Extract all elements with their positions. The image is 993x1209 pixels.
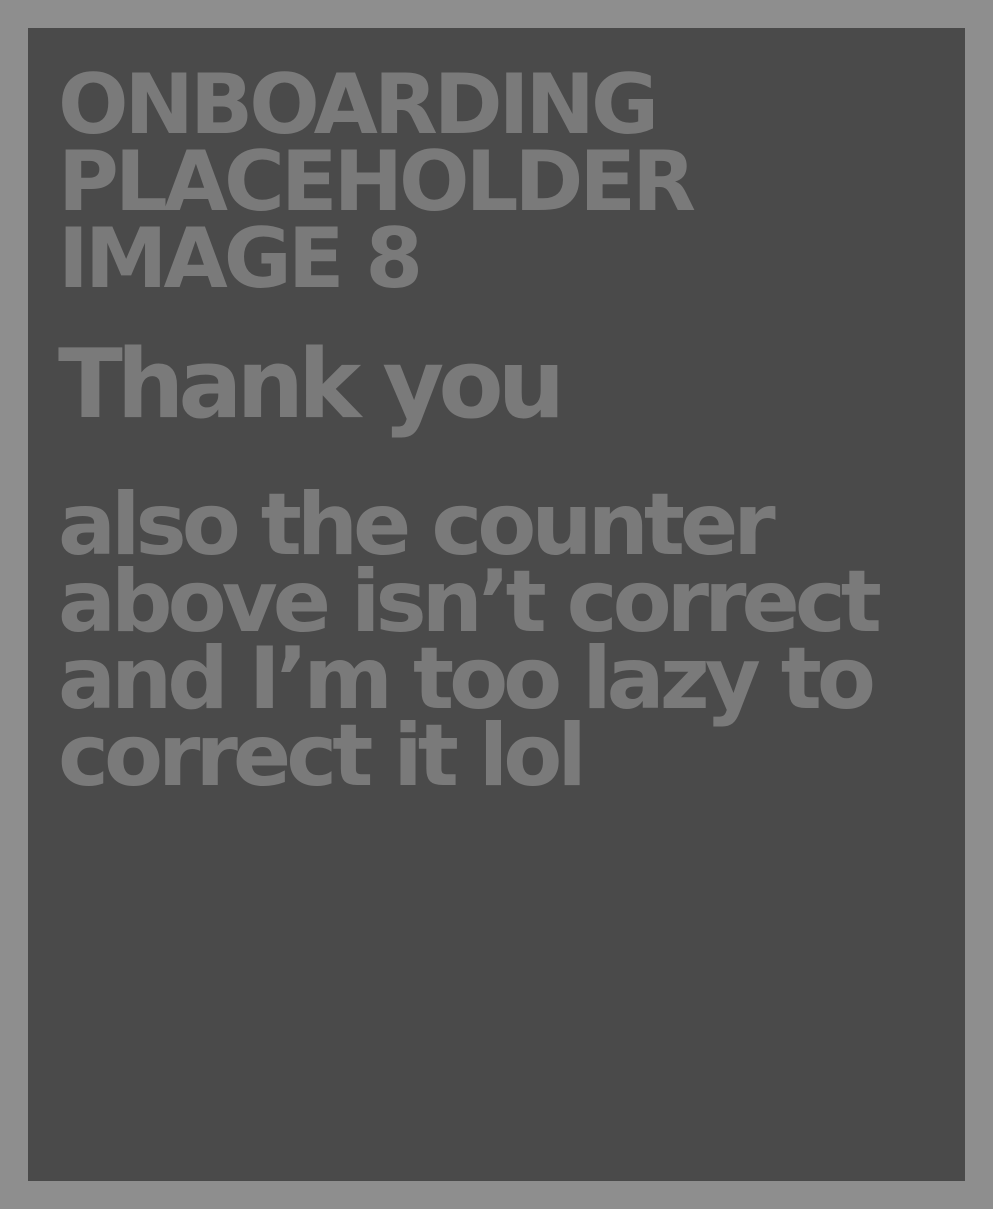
heading-line-3: IMAGE 8	[58, 210, 423, 307]
heading-line-2: PLACEHOLDER	[58, 133, 696, 230]
thanks-text: Thank you	[58, 330, 565, 440]
placeholder-panel: ONBOARDING PLACEHOLDER IMAGE 8 Thank you…	[28, 28, 965, 1181]
placeholder-content: ONBOARDING PLACEHOLDER IMAGE 8 Thank you…	[58, 56, 945, 806]
note-text: also the counter above isn’t correct and…	[58, 482, 945, 806]
placeholder-heading: ONBOARDING PLACEHOLDER IMAGE 8	[58, 56, 945, 307]
note-line-4: correct it lol	[58, 706, 587, 806]
heading-line-1: ONBOARDING	[58, 56, 659, 153]
